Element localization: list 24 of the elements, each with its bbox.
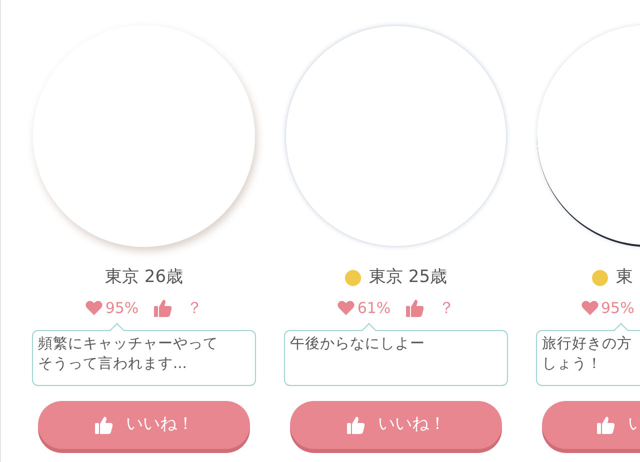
heart-icon xyxy=(85,300,104,316)
comment-text: しょう！ xyxy=(542,355,602,374)
like-button[interactable]: いいね！ xyxy=(38,401,250,449)
thumbs-up-icon[interactable] xyxy=(152,298,173,318)
location-age: 東 xyxy=(616,266,633,290)
thumbs-up-icon xyxy=(94,415,114,435)
comment-text: 午後からなにしよー xyxy=(290,335,425,354)
comment-text: 旅行好きの方 xyxy=(542,334,632,354)
thumbs-up-icon xyxy=(596,415,616,435)
like-button[interactable]: いいね！ xyxy=(290,401,502,449)
match-rate: 61% xyxy=(357,298,391,319)
heart-icon xyxy=(581,300,599,316)
question-mark: ？ xyxy=(186,297,203,319)
match-rate: 95% xyxy=(601,298,634,319)
comment-text: そうって言われます... xyxy=(38,354,187,374)
match-rate: 95% xyxy=(105,298,139,319)
location-age: 東京 25歳 xyxy=(368,266,448,290)
comment-text: 頻繁にキャッチャーやって xyxy=(38,335,218,354)
heart-icon xyxy=(337,300,356,316)
like-button[interactable]: い xyxy=(542,401,640,449)
thumbs-up-icon xyxy=(346,415,366,435)
location-age: 東京 26歳 xyxy=(104,266,184,290)
thumbs-up-icon[interactable] xyxy=(404,298,425,318)
question-mark: ？ xyxy=(438,297,455,319)
